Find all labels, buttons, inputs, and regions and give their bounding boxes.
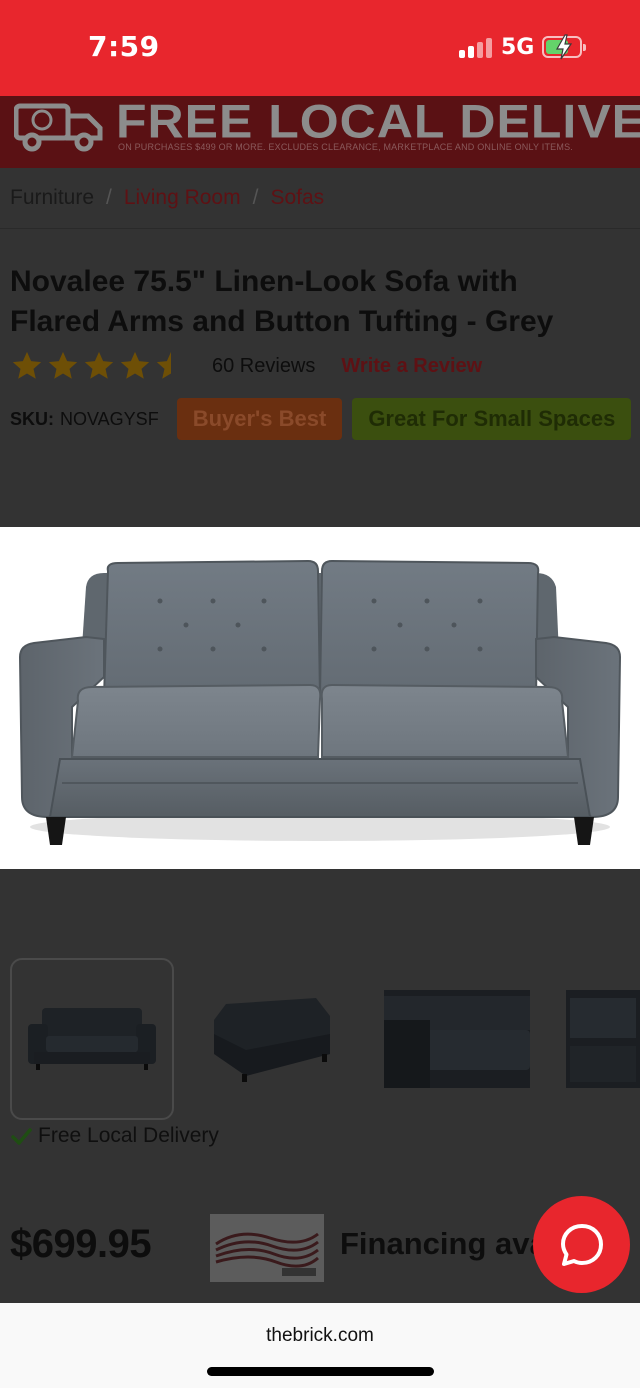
star-half-icon	[156, 351, 171, 379]
financing-link[interactable]: Financing ava	[340, 1226, 547, 1262]
small-spaces-badge: Great For Small Spaces	[352, 398, 632, 440]
product-title: Novalee 75.5" Linen-Look Sofa with Flare…	[10, 265, 554, 338]
breadcrumb: Furniture / Living Room / Sofas	[10, 186, 324, 210]
free-delivery-banner[interactable]: FREE LOCAL DELIVERY ON PURCHASES $499 OR…	[0, 96, 640, 168]
breadcrumb-separator: /	[106, 186, 112, 209]
sofa-thumbnail-front	[28, 1008, 156, 1070]
browser-address-bar[interactable]: thebrick.com	[0, 1303, 640, 1388]
checkmark-icon	[11, 1128, 32, 1145]
breadcrumb-sofas[interactable]: Sofas	[270, 186, 324, 209]
sku-value: NOVAGYSF	[60, 408, 159, 429]
breadcrumb-separator: /	[252, 186, 259, 209]
rating-stars[interactable]	[10, 349, 190, 383]
status-bar: 7:59 5G	[0, 0, 640, 96]
url-text[interactable]: thebrick.com	[0, 1325, 640, 1347]
free-delivery-text: Free Local Delivery	[38, 1124, 219, 1147]
thumbnail-strip	[0, 958, 640, 1120]
write-review-link[interactable]: Write a Review	[341, 355, 482, 378]
flexiti-card-logo[interactable]	[210, 1214, 324, 1282]
charging-bolt-icon	[555, 34, 573, 60]
flexiti-logo-graphic	[210, 1214, 324, 1282]
star-full-icon	[12, 351, 42, 379]
reviews-count-link[interactable]: 60 Reviews	[212, 355, 315, 378]
network-type: 5G	[501, 35, 535, 60]
sofa-thumbnail-closeup	[566, 990, 640, 1088]
product-price: $699.95	[10, 1222, 152, 1266]
sku-row: SKU: NOVAGYSF Buyer's Best Great For Sma…	[10, 398, 632, 440]
star-full-icon	[120, 351, 150, 379]
battery-icon	[542, 34, 586, 60]
rating-row: 60 Reviews Write a Review	[10, 348, 482, 384]
divider	[0, 228, 640, 229]
breadcrumb-furniture[interactable]: Furniture	[10, 186, 94, 209]
sofa-thumbnail-angle	[214, 998, 330, 1082]
home-indicator[interactable]	[207, 1367, 434, 1376]
star-full-icon	[84, 351, 114, 379]
sofa-thumbnail-detail	[384, 990, 530, 1088]
banner-fine-print: ON PURCHASES $499 OR MORE. EXCLUDES CLEA…	[118, 142, 573, 152]
cellular-signal-icon	[459, 38, 493, 58]
breadcrumb-living-room[interactable]: Living Room	[124, 186, 241, 209]
free-local-delivery: Free Local Delivery	[10, 1124, 219, 1148]
delivery-truck-icon	[14, 103, 103, 152]
chat-bubble-icon	[560, 1223, 603, 1266]
sofa-image	[18, 559, 622, 845]
buyers-best-badge: Buyer's Best	[176, 398, 343, 440]
product-main-image[interactable]	[0, 527, 640, 869]
chat-button[interactable]	[533, 1196, 630, 1293]
star-full-icon	[48, 351, 78, 379]
sku-label: SKU:	[10, 408, 54, 429]
status-time: 7:59	[88, 30, 160, 63]
thumbnail-1[interactable]	[10, 958, 174, 1120]
